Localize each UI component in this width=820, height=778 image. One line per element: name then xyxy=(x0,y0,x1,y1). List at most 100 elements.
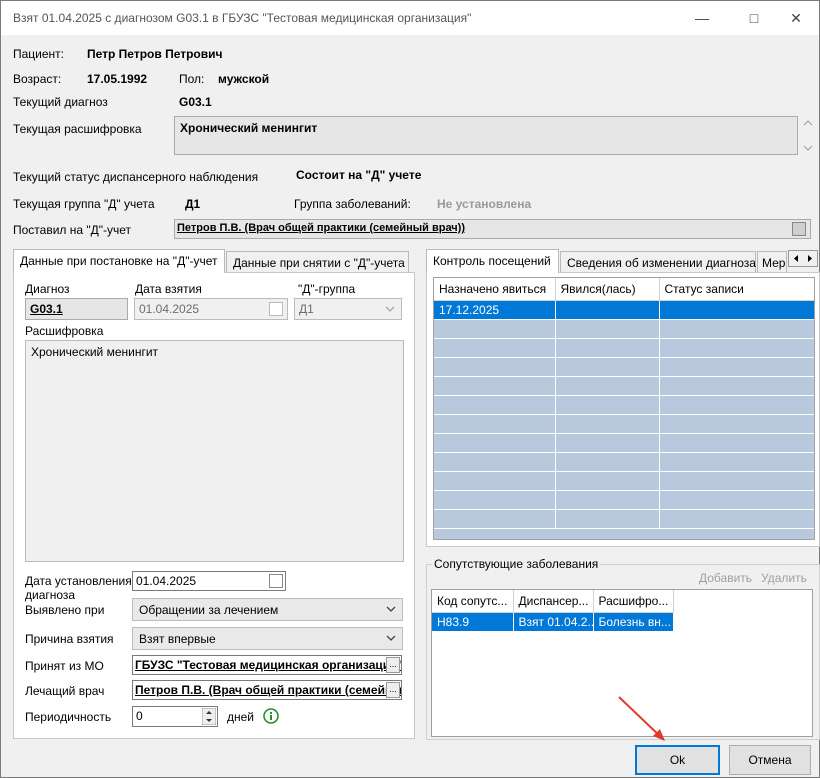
annotation-arrow-icon xyxy=(618,696,665,741)
tab-registration-data[interactable]: Данные при постановке на "Д"-учет xyxy=(13,249,225,273)
decoding-label: Текущая расшифровка xyxy=(13,122,142,136)
sex-label: Пол: xyxy=(179,72,205,86)
doctor-lookup-button[interactable]: ... xyxy=(386,682,400,698)
registered-by-button[interactable] xyxy=(792,222,806,236)
tab-diagnosis-changes-label: Сведения об изменении диагноза xyxy=(567,256,756,270)
current-decoding-value: Хронический менингит xyxy=(180,121,318,135)
maximize-icon[interactable]: □ xyxy=(731,1,777,35)
tab-measures[interactable]: Мер xyxy=(757,251,787,273)
status-label: Текущий статус диспансерного наблюдения xyxy=(13,170,259,184)
current-diagnosis-label: Текущий диагноз xyxy=(13,95,108,109)
empty-cell xyxy=(434,395,556,415)
cancel-button[interactable]: Отмена xyxy=(729,745,811,775)
visits-col-scheduled[interactable]: Назначено явиться xyxy=(434,278,556,301)
detected-label: Выявлено при xyxy=(25,603,105,617)
tab-scroll-left-icon[interactable] xyxy=(789,251,803,266)
spin-arrows-icon[interactable] xyxy=(202,708,216,725)
empty-row xyxy=(434,376,814,396)
date-taken-field[interactable]: 01.04.2025 xyxy=(134,298,288,320)
from-mo-label: Принят из МО xyxy=(25,659,104,673)
empty-row xyxy=(434,471,814,491)
table-cell[interactable]: 17.12.2025 xyxy=(434,300,556,320)
table-cell[interactable]: Взят 01.04.2... xyxy=(513,612,594,632)
delete-comorbid-button[interactable]: Удалить xyxy=(761,571,807,585)
comorbid-col-decoding[interactable]: Расшифро... xyxy=(593,590,674,613)
empty-row xyxy=(434,509,814,529)
doctor-field[interactable]: Петров П.В. (Врач общей практики (семейн… xyxy=(132,680,402,700)
empty-cell xyxy=(434,452,556,472)
add-comorbid-button[interactable]: Добавить xyxy=(699,571,752,585)
from-mo-lookup-button[interactable]: ... xyxy=(386,657,400,673)
empty-cell xyxy=(555,338,660,358)
empty-row xyxy=(434,433,814,453)
patient-name: Петр Петров Петрович xyxy=(87,47,223,61)
periodicity-value: 0 xyxy=(136,709,143,723)
empty-cell xyxy=(555,490,660,510)
registered-by-value: Петров П.В. (Врач общей практики (семейн… xyxy=(177,222,466,234)
table-row[interactable]: H83.9 Взят 01.04.2... Болезнь вн... xyxy=(432,612,674,632)
diag-date-value: 01.04.2025 xyxy=(136,574,197,588)
decoding-textarea[interactable]: Хронический менингит xyxy=(25,340,404,562)
window-title: Взят 01.04.2025 с диагнозом G03.1 в ГБУЗ… xyxy=(13,11,472,25)
detected-select[interactable]: Обращении за лечением xyxy=(132,598,403,621)
diagnosis-label: Диагноз xyxy=(25,282,70,296)
cancel-label: Отмена xyxy=(748,753,792,767)
empty-row xyxy=(434,357,814,377)
chevron-down-icon xyxy=(386,635,396,641)
tab-deregistration-label: Данные при снятии с "Д"-учета xyxy=(233,256,405,270)
decoding-scrollbar[interactable] xyxy=(801,116,815,155)
date-taken-calendar-icon[interactable] xyxy=(269,302,283,316)
diagnosis-field[interactable]: G03.1 xyxy=(25,298,128,320)
empty-cell xyxy=(659,319,814,339)
diag-date-calendar-icon[interactable] xyxy=(269,574,283,588)
table-cell[interactable] xyxy=(555,300,660,320)
empty-cell xyxy=(659,452,814,472)
periodicity-label: Периодичность xyxy=(25,710,112,724)
empty-cell xyxy=(659,490,814,510)
empty-cell xyxy=(434,414,556,434)
empty-row xyxy=(434,319,814,339)
table-row[interactable]: 17.12.2025 xyxy=(434,300,814,320)
comorbid-col-dispensary[interactable]: Диспансер... xyxy=(513,590,594,613)
tab-deregistration-data[interactable]: Данные при снятии с "Д"-учета xyxy=(226,251,409,273)
empty-cell xyxy=(555,414,660,434)
visits-col-attended[interactable]: Явился(лась) xyxy=(555,278,660,301)
dialog-window: Взят 01.04.2025 с диагнозом G03.1 в ГБУЗ… xyxy=(0,0,820,778)
d-group-label: Текущая группа "Д" учета xyxy=(13,197,155,211)
chevron-down-icon xyxy=(385,306,395,312)
tab-visit-control[interactable]: Контроль посещений xyxy=(426,249,559,273)
detected-value: Обращении за лечением xyxy=(139,603,279,617)
disease-group-label: Группа заболеваний: xyxy=(294,197,411,211)
periodicity-stepper[interactable]: 0 xyxy=(132,706,218,727)
empty-cell xyxy=(434,433,556,453)
age-label: Возраст: xyxy=(13,72,62,86)
minimize-icon[interactable]: — xyxy=(679,1,725,35)
empty-row xyxy=(434,414,814,434)
tab-diagnosis-changes[interactable]: Сведения об изменении диагноза xyxy=(560,251,756,273)
ok-button[interactable]: Ok xyxy=(635,745,720,775)
visits-table: Назначено явиться Явился(лась) Статус за… xyxy=(434,278,814,529)
from-mo-field[interactable]: ГБУЗС "Тестовая медицинская организация"… xyxy=(132,655,402,675)
reason-label: Причина взятия xyxy=(25,632,114,646)
empty-cell xyxy=(434,319,556,339)
table-cell[interactable] xyxy=(659,300,814,320)
registered-by-box: Петров П.В. (Врач общей практики (семейн… xyxy=(174,219,811,239)
reason-select[interactable]: Взят впервые xyxy=(132,627,403,650)
visits-col-status[interactable]: Статус записи xyxy=(659,278,814,301)
empty-cell xyxy=(659,471,814,491)
close-icon[interactable]: ✕ xyxy=(773,1,819,35)
empty-cell xyxy=(659,433,814,453)
tab-scroll-right-icon[interactable] xyxy=(803,251,817,266)
decoding-textarea-value: Хронический менингит xyxy=(31,345,159,359)
reason-value: Взят впервые xyxy=(139,632,216,646)
empty-cell xyxy=(659,509,814,529)
comorbid-col-code[interactable]: Код сопутс... xyxy=(432,590,514,613)
birth-date: 17.05.1992 xyxy=(87,72,148,86)
d-group-select[interactable]: Д1 xyxy=(294,298,402,320)
table-cell[interactable]: H83.9 xyxy=(432,612,514,632)
table-cell[interactable]: Болезнь вн... xyxy=(593,612,674,632)
diag-date-field[interactable]: 01.04.2025 xyxy=(132,571,286,591)
info-icon[interactable] xyxy=(263,708,279,724)
disease-group-value: Не установлена xyxy=(437,197,532,211)
empty-cell xyxy=(659,395,814,415)
